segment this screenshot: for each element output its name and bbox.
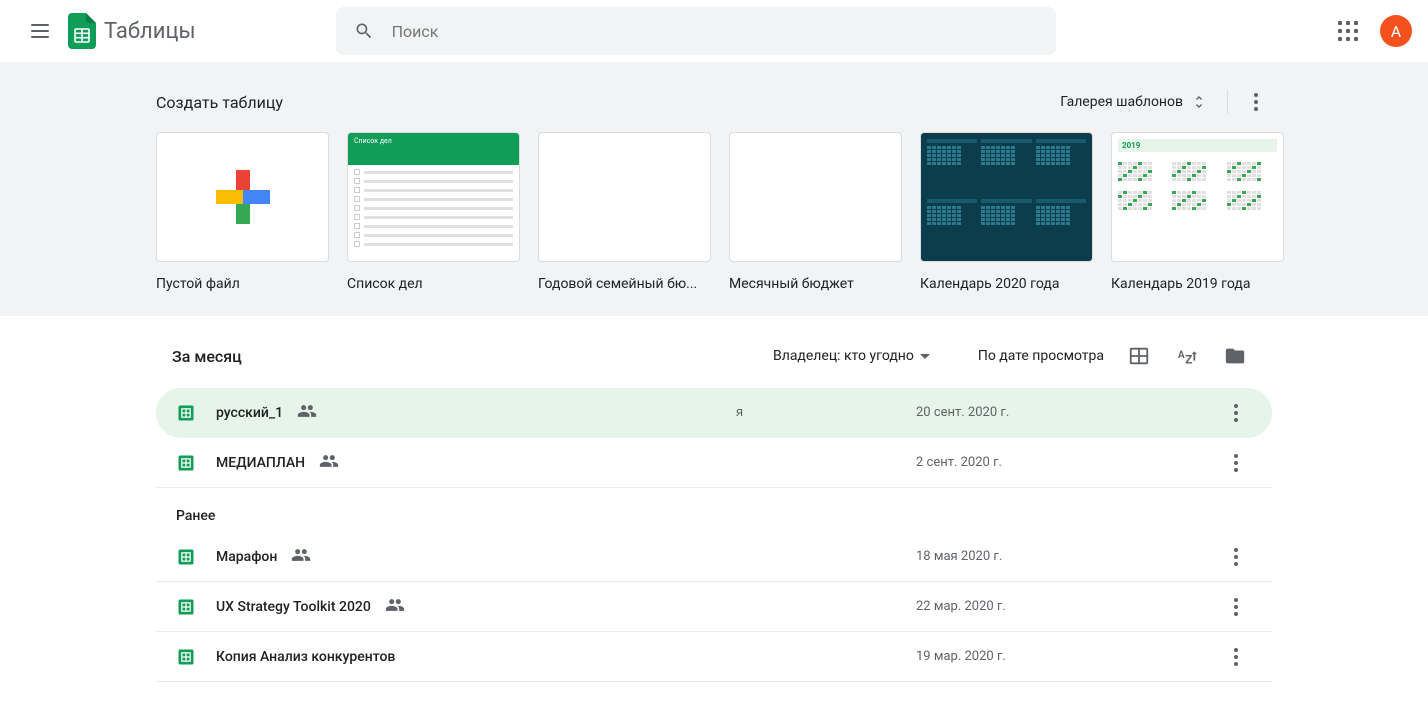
sheets-logo-icon: [68, 13, 96, 49]
main-menu-button[interactable]: [16, 7, 64, 55]
file-date: 19 мар. 2020 г.: [916, 649, 1156, 664]
sheets-file-icon: [176, 451, 196, 475]
file-name: Марафон: [216, 545, 736, 569]
file-row[interactable]: МЕДИАПЛАН 2 сент. 2020 г.: [156, 438, 1272, 488]
open-folder-button[interactable]: [1214, 335, 1256, 377]
shared-icon: [385, 595, 405, 619]
more-vert-icon: [1234, 404, 1238, 422]
more-vert-icon: [1234, 548, 1238, 566]
template-label: Календарь 2020 года: [920, 276, 1093, 292]
files-section: За месяц Владелец: кто угодно По дате пр…: [148, 316, 1280, 690]
more-vert-icon: [1234, 454, 1238, 472]
template-thumbnail: [920, 132, 1093, 262]
file-date: 2 сент. 2020 г.: [916, 455, 1156, 470]
grid-view-icon: [1128, 345, 1150, 367]
owner-filter-label: Владелец: кто угодно: [773, 348, 914, 364]
file-owner: я: [736, 405, 916, 420]
file-row[interactable]: русский_1я20 сент. 2020 г.: [156, 388, 1272, 438]
file-row[interactable]: UX Strategy Toolkit 2020 22 мар. 2020 г.: [156, 582, 1272, 632]
template-thumbnail: Список дел: [347, 132, 520, 262]
shared-icon: [291, 545, 311, 569]
template-gallery-button[interactable]: Галерея шаблонов: [1052, 86, 1215, 118]
account-avatar[interactable]: А: [1380, 15, 1412, 47]
files-section-header: Ранее: [156, 488, 1272, 532]
file-name: UX Strategy Toolkit 2020: [216, 595, 736, 619]
apps-grid-icon: [1338, 21, 1358, 41]
dropdown-arrow-icon: [920, 354, 930, 359]
files-section-label: За месяц: [172, 347, 242, 366]
sort-az-icon: AZ: [1176, 345, 1198, 367]
more-vert-icon: [1234, 648, 1238, 666]
template-card[interactable]: Годовой семейный бю...: [538, 132, 711, 292]
search-icon: [344, 11, 384, 51]
google-apps-button[interactable]: [1328, 11, 1368, 51]
grid-view-button[interactable]: [1118, 335, 1160, 377]
hamburger-icon: [31, 24, 49, 38]
template-label: Календарь 2019 года: [1111, 276, 1284, 292]
svg-text:A: A: [1178, 350, 1185, 361]
search-box[interactable]: [336, 7, 1056, 55]
file-date: 22 мар. 2020 г.: [916, 599, 1156, 614]
logo-box[interactable]: Таблицы: [68, 13, 196, 49]
app-title: Таблицы: [104, 19, 196, 44]
file-more-button[interactable]: [1220, 447, 1252, 479]
template-label: Пустой файл: [156, 276, 329, 292]
sheets-file-icon: [176, 401, 196, 425]
file-row[interactable]: Марафон 18 мая 2020 г.: [156, 532, 1272, 582]
more-vert-icon: [1234, 598, 1238, 616]
template-thumbnail: 2019: [1111, 132, 1284, 262]
template-gallery-label: Галерея шаблонов: [1060, 94, 1183, 110]
template-label: Список дел: [347, 276, 520, 292]
folder-icon: [1224, 345, 1246, 367]
file-date: 20 сент. 2020 г.: [916, 405, 1156, 420]
template-card[interactable]: Месячный бюджет: [729, 132, 902, 292]
app-header: Таблицы А: [0, 0, 1428, 62]
template-thumbnail: [538, 132, 711, 262]
shared-icon: [319, 451, 339, 475]
shared-icon: [297, 401, 317, 425]
plus-icon: [216, 170, 270, 224]
template-card[interactable]: Пустой файл: [156, 132, 329, 292]
templates-more-button[interactable]: [1240, 86, 1272, 118]
file-row[interactable]: Копия Анализ конкурентов 19 мар. 2020 г.: [156, 632, 1272, 682]
owner-filter-dropdown[interactable]: Владелец: кто угодно: [765, 340, 938, 372]
file-name: Копия Анализ конкурентов: [216, 649, 736, 665]
template-card[interactable]: Список дел Список дел: [347, 132, 520, 292]
template-thumbnail: [729, 132, 902, 262]
file-more-button[interactable]: [1220, 591, 1252, 623]
svg-text:Z: Z: [1185, 352, 1192, 366]
divider: [1227, 90, 1228, 114]
file-name: МЕДИАПЛАН: [216, 451, 736, 475]
template-label: Месячный бюджет: [729, 276, 902, 292]
template-thumbnail: [156, 132, 329, 262]
templates-section: Создать таблицу Галерея шаблонов Пустой …: [0, 62, 1428, 316]
search-input[interactable]: [384, 22, 1048, 41]
template-grid: Пустой файл Список дел Список дел Годовой с…: [156, 132, 1272, 292]
template-label: Годовой семейный бю...: [538, 276, 711, 292]
sheets-file-icon: [176, 595, 196, 619]
file-more-button[interactable]: [1220, 641, 1252, 673]
template-card[interactable]: Календарь 2020 года: [920, 132, 1093, 292]
sheets-file-icon: [176, 545, 196, 569]
file-more-button[interactable]: [1220, 397, 1252, 429]
templates-head: Создать таблицу Галерея шаблонов: [156, 78, 1272, 126]
sheets-file-icon: [176, 645, 196, 669]
file-date: 18 мая 2020 г.: [916, 549, 1156, 564]
file-more-button[interactable]: [1220, 541, 1252, 573]
sort-az-button[interactable]: AZ: [1166, 335, 1208, 377]
unfold-icon: [1191, 94, 1207, 110]
sort-label[interactable]: По дате просмотра: [970, 340, 1112, 372]
file-name: русский_1: [216, 401, 736, 425]
more-vert-icon: [1254, 93, 1258, 111]
template-card[interactable]: 2019 Календарь 2019 года: [1111, 132, 1284, 292]
files-head: За месяц Владелец: кто угодно По дате пр…: [156, 324, 1272, 388]
templates-title: Создать таблицу: [156, 93, 283, 112]
